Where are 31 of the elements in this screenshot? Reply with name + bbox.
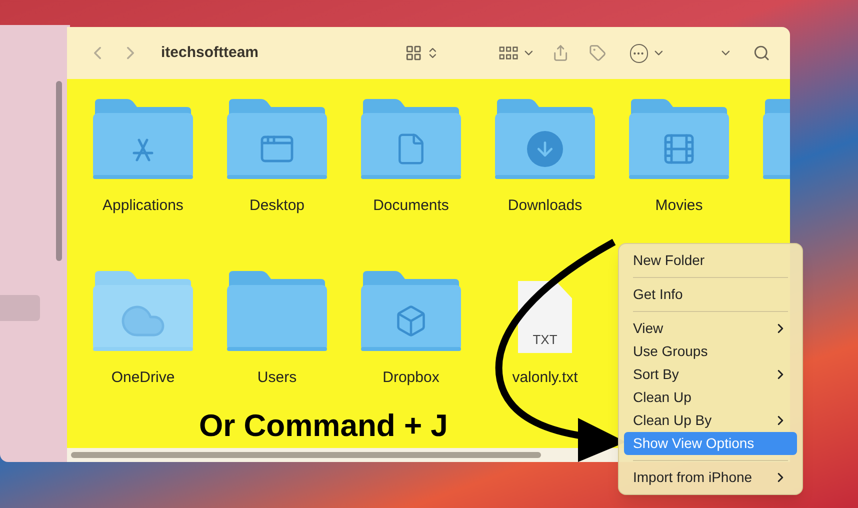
folder-icon [627,97,731,181]
folder-icon [359,269,463,353]
menu-item[interactable]: Import from iPhone [624,466,797,489]
item-name[interactable]: OneDrive [111,367,175,390]
window-title: itechsoftteam [161,42,259,63]
file-type-label: TXT [532,330,558,348]
folder-icon [359,97,463,181]
item-name[interactable]: Downloads [508,195,582,218]
item-name[interactable]: Applications [102,195,184,218]
menu-item[interactable]: Clean Up [624,386,797,409]
item-name[interactable]: Movies [655,195,703,218]
item-name[interactable]: Documents [373,195,449,218]
folder-icon [225,269,329,353]
icon-view-icon[interactable] [404,44,422,62]
item-name[interactable]: Desktop [249,195,305,218]
item-name[interactable]: Users [257,367,297,390]
menu-item[interactable]: Use Groups [624,340,797,363]
horizontal-scrollbar[interactable] [71,452,541,458]
item-name[interactable]: valonly.txt [512,367,578,390]
item-name[interactable]: Dropbox [382,367,440,390]
menu-item[interactable]: Clean Up By [624,409,797,432]
menu-item[interactable]: Sort By [624,363,797,386]
folder-icon [91,97,195,181]
folder-icon [225,97,329,181]
group-icon[interactable] [499,45,518,61]
search-icon[interactable] [752,44,770,62]
menu-item[interactable]: Get Info [624,283,797,306]
more-icon[interactable] [630,44,648,62]
menu-item[interactable]: New Folder [624,249,797,272]
annotation-text: Or Command + J [199,410,448,441]
menu-item[interactable]: View [624,317,797,340]
